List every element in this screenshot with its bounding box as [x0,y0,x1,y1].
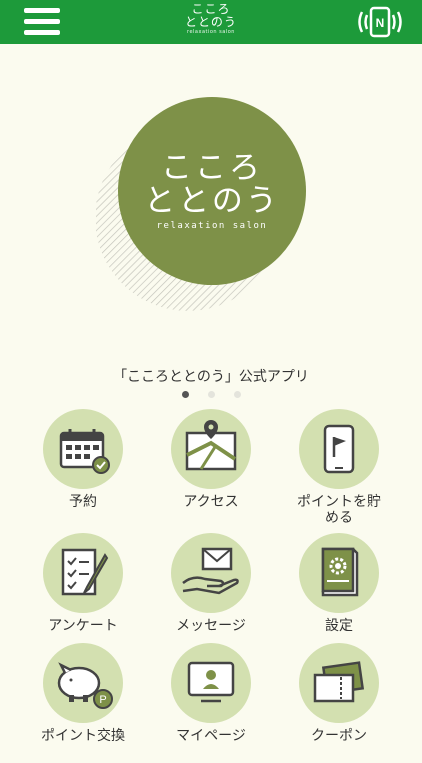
access-button[interactable]: アクセス [147,409,275,529]
svg-text:P: P [99,694,106,706]
carousel-dot-2[interactable] [208,391,215,398]
svg-text:N: N [376,16,385,30]
carousel-dot-1[interactable] [182,391,189,398]
point-exchange-label: ポイント交換 [41,728,125,744]
carousel-dot-3[interactable] [234,391,241,398]
nfc-phone-icon[interactable]: N [356,6,404,38]
hamburger-menu-icon[interactable] [24,8,60,36]
hero-subtitle: relaxation salon [156,221,268,231]
settings-book-icon [299,533,379,613]
earn-points-button[interactable]: ポイントを貯 める [275,409,403,529]
coupon-button[interactable]: クーポン [275,643,403,763]
survey-button[interactable]: アンケート [19,533,147,653]
header-logo-line3: relaxation salon [187,29,235,35]
checklist-icon [43,533,123,613]
survey-label: アンケート [48,618,118,634]
settings-button[interactable]: 設定 [275,533,403,653]
coupon-ticket-icon [299,643,379,723]
earn-points-label: ポイントを貯 める [297,494,381,526]
hero-title-line1: こころ [161,150,263,186]
settings-label: 設定 [325,618,353,634]
message-label: メッセージ [176,618,246,634]
profile-monitor-icon [171,643,251,723]
hero-logo-text: こころ ととのう relaxation salon [118,97,306,285]
coupon-label: クーポン [311,728,367,744]
header-logo-line2: ととのう [185,15,237,29]
point-exchange-button[interactable]: P ポイント交換 [19,643,147,763]
mypage-label: マイページ [176,728,246,744]
header-logo: こころ ととのう relaxation salon [171,3,251,36]
mypage-button[interactable]: マイページ [147,643,275,763]
carousel-indicator [178,391,248,401]
message-button[interactable]: メッセージ [147,533,275,653]
reservation-button[interactable]: 予約 [19,409,147,529]
app-caption: 「こころととのう」公式アプリ [113,369,309,385]
reservation-label: 予約 [69,494,97,510]
envelope-hand-icon [171,533,251,613]
app-header: こころ ととのう relaxation salon N [0,0,422,44]
calendar-icon [43,409,123,489]
piggy-bank-icon: P [43,643,123,723]
access-label: アクセス [183,494,239,510]
phone-flag-icon [299,409,379,489]
hero-title-line2: ととのう [144,183,280,219]
map-pin-icon [171,409,251,489]
